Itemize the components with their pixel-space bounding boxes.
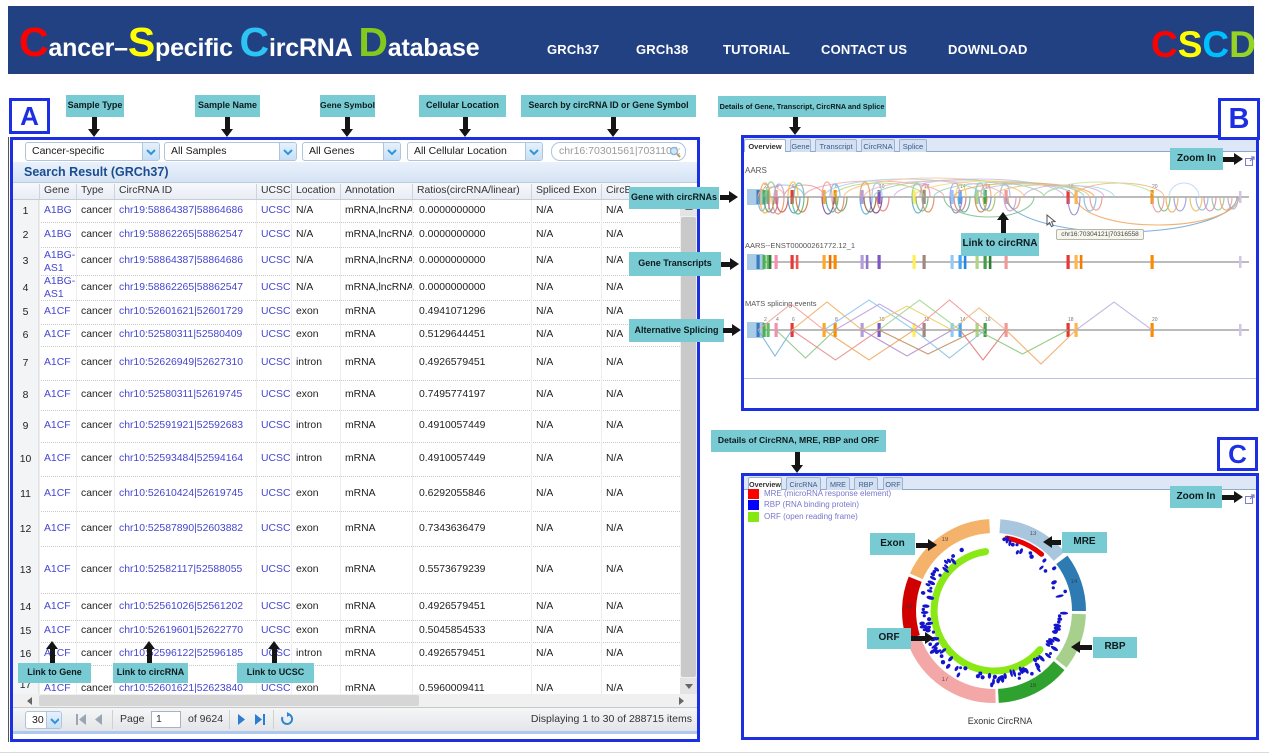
svg-text:17: 17 <box>942 677 949 683</box>
svg-text:13: 13 <box>1030 531 1037 537</box>
svg-text:AARS--ENST00000261772.12_1: AARS--ENST00000261772.12_1 <box>745 241 855 250</box>
svg-text:4: 4 <box>776 317 779 323</box>
svg-text:MATS splicing events: MATS splicing events <box>745 299 817 308</box>
svg-text:2: 2 <box>764 317 767 323</box>
svg-text:20: 20 <box>1152 317 1158 323</box>
svg-text:AARS: AARS <box>745 166 767 175</box>
svg-text:6: 6 <box>792 317 795 323</box>
svg-text:16: 16 <box>1030 683 1037 689</box>
svg-text:18: 18 <box>1068 317 1074 323</box>
svg-text:18: 18 <box>906 604 913 610</box>
svg-text:16: 16 <box>985 317 991 323</box>
svg-text:19: 19 <box>942 537 949 543</box>
svg-text:14: 14 <box>1071 579 1078 585</box>
